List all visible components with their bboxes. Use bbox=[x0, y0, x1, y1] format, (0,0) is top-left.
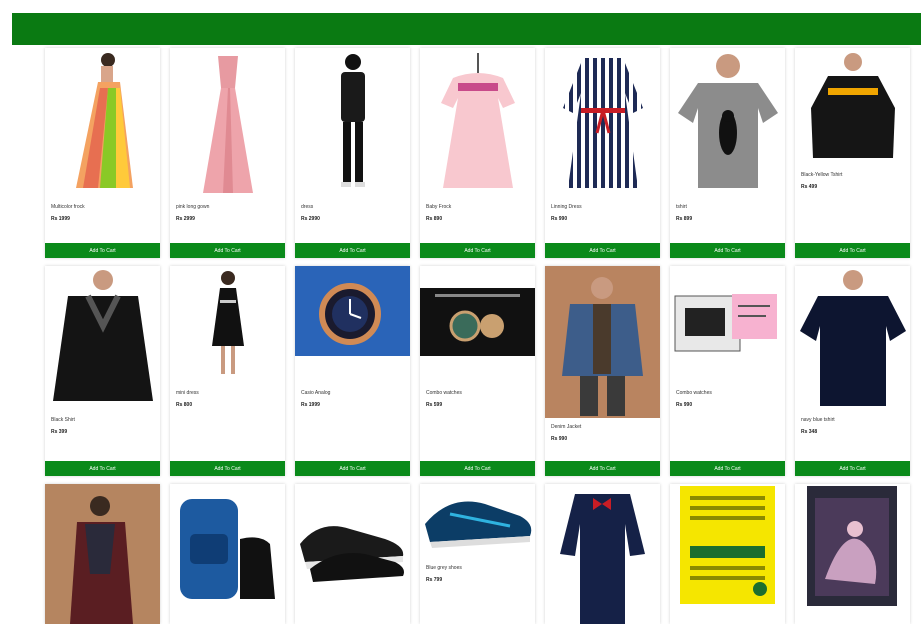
product-grid: Multicolor frock Rs 1999 Add To Cart pin… bbox=[45, 48, 910, 624]
ethnic-outfit-icon[interactable] bbox=[45, 484, 160, 624]
product-card: Black Shirt Rs 399 Add To Cart bbox=[45, 266, 160, 476]
black-shoes-icon[interactable] bbox=[295, 484, 410, 624]
product-price: Rs 990 bbox=[551, 436, 568, 442]
product-card: navy blue tshirt Rs 348 Add To Cart bbox=[795, 266, 910, 476]
denim-jacket-icon[interactable] bbox=[545, 266, 660, 418]
product-price: Rs 1999 bbox=[301, 402, 320, 408]
grey-tshirt-icon[interactable] bbox=[670, 48, 785, 198]
product-name: navy blue tshirt bbox=[801, 417, 835, 423]
scratch-book-icon[interactable] bbox=[670, 484, 785, 624]
add-to-cart-button[interactable]: Add To Cart bbox=[545, 243, 660, 258]
product-card: Multicolor frock Rs 1999 Add To Cart bbox=[45, 48, 160, 258]
product-price: Rs 990 bbox=[676, 402, 693, 408]
watch-box-icon[interactable] bbox=[670, 266, 785, 384]
product-card bbox=[795, 484, 910, 624]
product-name: pink long gown bbox=[176, 204, 210, 210]
product-card bbox=[295, 484, 410, 624]
product-card: dress Rs 2990 Add To Cart bbox=[295, 48, 410, 258]
product-card: mini dress Rs 800 Add To Cart bbox=[170, 266, 285, 476]
product-name: Baby Frock bbox=[426, 204, 452, 210]
product-card: Baby Frock Rs 890 Add To Cart bbox=[420, 48, 535, 258]
product-card: Combo watches Rs 990 Add To Cart bbox=[670, 266, 785, 476]
product-price: Rs 2999 bbox=[176, 216, 195, 222]
product-name: dress bbox=[301, 204, 314, 210]
baby-frock-icon[interactable] bbox=[420, 48, 535, 198]
add-to-cart-button[interactable]: Add To Cart bbox=[670, 243, 785, 258]
product-card: Black-Yellow Tshirt Rs 499 Add To Cart bbox=[795, 48, 910, 258]
product-price: Rs 990 bbox=[551, 216, 568, 222]
product-name: Denim Jacket bbox=[551, 424, 582, 430]
navy-tshirt-icon[interactable] bbox=[795, 266, 910, 411]
combo-watch-icon[interactable] bbox=[420, 266, 535, 384]
add-to-cart-button[interactable]: Add To Cart bbox=[45, 243, 160, 258]
kids-suit-icon[interactable] bbox=[545, 484, 660, 624]
product-price: Rs 799 bbox=[426, 577, 443, 583]
product-name: Linning Dress bbox=[551, 204, 582, 210]
product-price: Rs 800 bbox=[176, 402, 193, 408]
product-name: tshirt bbox=[676, 204, 687, 210]
top-header-bar bbox=[12, 13, 921, 45]
product-card: Blue grey shoes Rs 799 bbox=[420, 484, 535, 624]
add-to-cart-button[interactable]: Add To Cart bbox=[545, 461, 660, 476]
add-to-cart-button[interactable]: Add To Cart bbox=[45, 461, 160, 476]
mini-dress-icon[interactable] bbox=[170, 266, 285, 384]
product-name: Combo watches bbox=[676, 390, 712, 396]
rainbow-dress-icon[interactable] bbox=[45, 48, 160, 198]
product-price: Rs 499 bbox=[801, 184, 818, 190]
product-card: Casio Analog Rs 1999 Add To Cart bbox=[295, 266, 410, 476]
add-to-cart-button[interactable]: Add To Cart bbox=[295, 243, 410, 258]
striped-dress-icon[interactable] bbox=[545, 48, 660, 198]
product-name: Casio Analog bbox=[301, 390, 331, 396]
product-price: Rs 399 bbox=[51, 429, 68, 435]
product-price: Rs 899 bbox=[676, 216, 693, 222]
add-to-cart-button[interactable]: Add To Cart bbox=[170, 243, 285, 258]
product-card bbox=[670, 484, 785, 624]
backpack-icon[interactable] bbox=[170, 484, 285, 624]
add-to-cart-button[interactable]: Add To Cart bbox=[420, 243, 535, 258]
product-card: tshirt Rs 899 Add To Cart bbox=[670, 48, 785, 258]
product-card: Combo watches Rs 599 Add To Cart bbox=[420, 266, 535, 476]
add-to-cart-button[interactable]: Add To Cart bbox=[670, 461, 785, 476]
product-card: Linning Dress Rs 990 Add To Cart bbox=[545, 48, 660, 258]
product-name: mini dress bbox=[176, 390, 199, 396]
hoodie-icon[interactable] bbox=[795, 48, 910, 166]
product-card bbox=[45, 484, 160, 624]
product-price: Rs 1999 bbox=[51, 216, 70, 222]
add-to-cart-button[interactable]: Add To Cart bbox=[170, 461, 285, 476]
add-to-cart-button[interactable]: Add To Cart bbox=[420, 461, 535, 476]
product-card bbox=[545, 484, 660, 624]
dragon-book-icon[interactable] bbox=[795, 484, 910, 624]
product-price: Rs 348 bbox=[801, 429, 818, 435]
black-outfit-icon[interactable] bbox=[295, 48, 410, 198]
product-card bbox=[170, 484, 285, 624]
add-to-cart-button[interactable]: Add To Cart bbox=[795, 243, 910, 258]
add-to-cart-button[interactable]: Add To Cart bbox=[795, 461, 910, 476]
product-name: Blue grey shoes bbox=[426, 565, 462, 571]
black-shirt-icon[interactable] bbox=[45, 266, 160, 411]
product-name: Black-Yellow Tshirt bbox=[801, 172, 843, 178]
blue-shoes-icon[interactable] bbox=[420, 484, 535, 559]
product-price: Rs 2990 bbox=[301, 216, 320, 222]
add-to-cart-button[interactable]: Add To Cart bbox=[295, 461, 410, 476]
product-card: Denim Jacket Rs 990 Add To Cart bbox=[545, 266, 660, 476]
watch-icon[interactable] bbox=[295, 266, 410, 356]
pink-gown-icon[interactable] bbox=[170, 48, 285, 198]
product-name: Multicolor frock bbox=[51, 204, 85, 210]
product-name: Black Shirt bbox=[51, 417, 75, 423]
product-price: Rs 890 bbox=[426, 216, 443, 222]
product-name: Combo watches bbox=[426, 390, 462, 396]
product-price: Rs 599 bbox=[426, 402, 443, 408]
product-card: pink long gown Rs 2999 Add To Cart bbox=[170, 48, 285, 258]
